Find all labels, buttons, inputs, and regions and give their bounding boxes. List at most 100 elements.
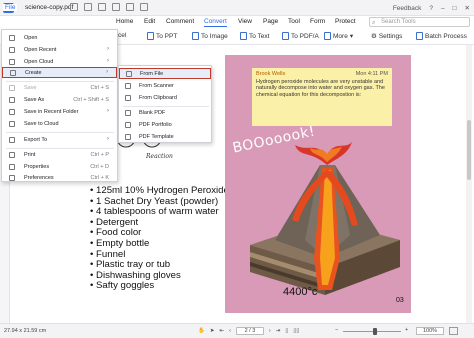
search-input[interactable]: ⌕ Search Tools <box>369 17 470 27</box>
page-indicator[interactable]: 2 / 3 <box>235 327 264 335</box>
redo-icon[interactable] <box>126 3 134 11</box>
menu-item-save-recent-folder[interactable]: Save in Recent Folder › <box>2 107 117 117</box>
menu-tool[interactable]: Tool <box>288 18 300 25</box>
first-page-icon[interactable]: ⇤ <box>219 328 224 334</box>
file-icon <box>126 71 132 77</box>
print-icon <box>9 152 15 158</box>
print-icon[interactable] <box>98 3 106 11</box>
customize-icon[interactable] <box>140 3 148 11</box>
menu-comment[interactable]: Comment <box>166 18 194 25</box>
chevron-right-icon: › <box>107 136 109 142</box>
menu-item-open[interactable]: Open <box>2 33 117 43</box>
submenu-item-pdf-template[interactable]: PDF Template <box>119 132 211 142</box>
create-submenu: From File From Scanner From Clipboard Bl… <box>118 65 212 143</box>
minimize-icon[interactable]: – <box>441 5 445 12</box>
comment-note[interactable]: Brook Wells Mon 4:11 PM Hydrogen peroxid… <box>252 68 392 126</box>
menu-item-open-recent[interactable]: Open Recent › <box>2 45 117 55</box>
submenu-item-label: From Clipboard <box>139 95 177 101</box>
menu-form[interactable]: Form <box>310 18 325 25</box>
submenu-item-from-scanner[interactable]: From Scanner <box>119 81 211 91</box>
chevron-right-icon: › <box>107 46 109 52</box>
ingredients-list: 125ml 10% Hydrogen Peroxide 1 Sachet Dry… <box>90 185 229 292</box>
to-text-button[interactable]: To Text <box>240 32 269 40</box>
menu-item-print[interactable]: Print Ctrl + P <box>2 150 117 160</box>
scanner-icon <box>125 83 131 89</box>
menu-item-label: Save As <box>24 97 45 103</box>
zoom-level[interactable]: 100% <box>416 327 444 335</box>
menu-item-label: Save to Cloud <box>24 121 59 127</box>
zoom-out-button[interactable]: − <box>335 327 338 333</box>
zoom-in-button[interactable]: + <box>405 327 408 333</box>
more-button[interactable]: More ▾ <box>324 32 353 40</box>
export-icon <box>9 137 15 143</box>
to-text-label: To Text <box>249 32 270 40</box>
last-page-icon[interactable]: ⇥ <box>276 328 281 334</box>
zoom-slider-knob[interactable] <box>372 328 377 335</box>
to-ppt-button[interactable]: To PPT <box>147 32 177 40</box>
menu-item-label: Save in Recent Folder <box>24 109 79 115</box>
help-icon[interactable]: ? <box>429 5 433 12</box>
feedback-link[interactable]: Feedback <box>393 5 422 12</box>
maximize-icon[interactable]: □ <box>453 5 457 12</box>
list-item: Safty goggles <box>90 281 229 292</box>
menu-item-export[interactable]: Export To › <box>2 135 117 145</box>
submenu-item-pdf-portfolio[interactable]: PDF Portfolio <box>119 120 211 130</box>
menu-item-open-cloud[interactable]: Open Cloud › <box>2 57 117 67</box>
edit-icon[interactable] <box>70 3 78 11</box>
batch-process-button[interactable]: Batch Process <box>416 32 467 40</box>
folder-icon <box>9 109 15 115</box>
submenu-item-from-file[interactable]: From File <box>119 68 211 79</box>
menu-item-create[interactable]: Create › <box>2 67 117 78</box>
menu-protect[interactable]: Protect <box>335 18 356 25</box>
menu-item-save-cloud[interactable]: Save to Cloud <box>2 119 117 129</box>
menu-home[interactable]: Home <box>116 18 133 25</box>
menu-page[interactable]: Page <box>263 18 278 25</box>
menu-item-label: Save <box>24 85 37 91</box>
portfolio-icon <box>125 122 131 128</box>
cloud-upload-icon <box>9 121 15 127</box>
undo-icon[interactable] <box>112 3 120 11</box>
file-name: science-copy.pdf <box>25 4 74 11</box>
submenu-item-from-clipboard[interactable]: From Clipboard <box>119 93 211 103</box>
menu-item-shortcut: Ctrl + K <box>90 175 110 181</box>
toolbar-partial-button[interactable]: cel <box>118 32 126 39</box>
settings-button[interactable]: ⚙ Settings <box>371 32 402 41</box>
save-icon[interactable] <box>84 3 92 11</box>
menu-item-save-as[interactable]: Save As Ctrl + Shift + S <box>2 95 117 105</box>
submenu-item-label: Blank PDF <box>139 110 166 116</box>
menu-item-save: Save Ctrl + S <box>2 83 117 93</box>
submenu-item-label: PDF Portfolio <box>139 122 172 128</box>
select-tool-icon[interactable]: ➤ <box>210 328 215 334</box>
menu-item-shortcut: Ctrl + S <box>90 85 110 91</box>
submenu-item-blank-pdf[interactable]: Blank PDF <box>119 108 211 118</box>
menu-edit[interactable]: Edit <box>144 18 155 25</box>
to-image-button[interactable]: To Image <box>192 32 228 40</box>
close-icon[interactable]: ✕ <box>465 4 470 12</box>
note-author: Brook Wells <box>256 71 286 77</box>
menu-view[interactable]: View <box>238 18 252 25</box>
menu-convert[interactable]: Convert <box>204 18 227 27</box>
fit-page-icon[interactable] <box>449 327 458 335</box>
menu-item-preferences[interactable]: Preferences Ctrl + K <box>2 173 117 183</box>
save-as-icon <box>9 97 15 103</box>
single-page-icon[interactable]: ▯ <box>285 328 288 334</box>
clipboard-icon <box>125 95 131 101</box>
vertical-scrollbar[interactable] <box>466 45 472 323</box>
volcano-illustration <box>250 142 400 295</box>
more-icon <box>324 32 331 40</box>
pdfa-icon <box>282 32 289 40</box>
file-menu-label[interactable]: File <box>3 4 18 11</box>
hand-tool-icon[interactable]: ✋ <box>198 328 205 334</box>
file-menu: Open Open Recent › Open Cloud › Create ›… <box>1 29 118 182</box>
to-pdfa-button[interactable]: To PDF/A <box>282 32 319 40</box>
to-ppt-label: To PPT <box>156 32 178 40</box>
menu-item-label: Create <box>25 70 42 76</box>
two-page-icon[interactable]: ▯▯ <box>293 328 299 334</box>
prev-page-icon[interactable]: ‹ <box>229 328 231 334</box>
menu-item-properties[interactable]: Properties Ctrl + D <box>2 162 117 172</box>
menu-divider <box>6 148 114 149</box>
submenu-item-label: From Scanner <box>139 83 174 89</box>
scrollbar-thumb[interactable] <box>467 120 471 180</box>
next-page-icon[interactable]: › <box>269 328 271 334</box>
template-icon <box>125 134 131 140</box>
